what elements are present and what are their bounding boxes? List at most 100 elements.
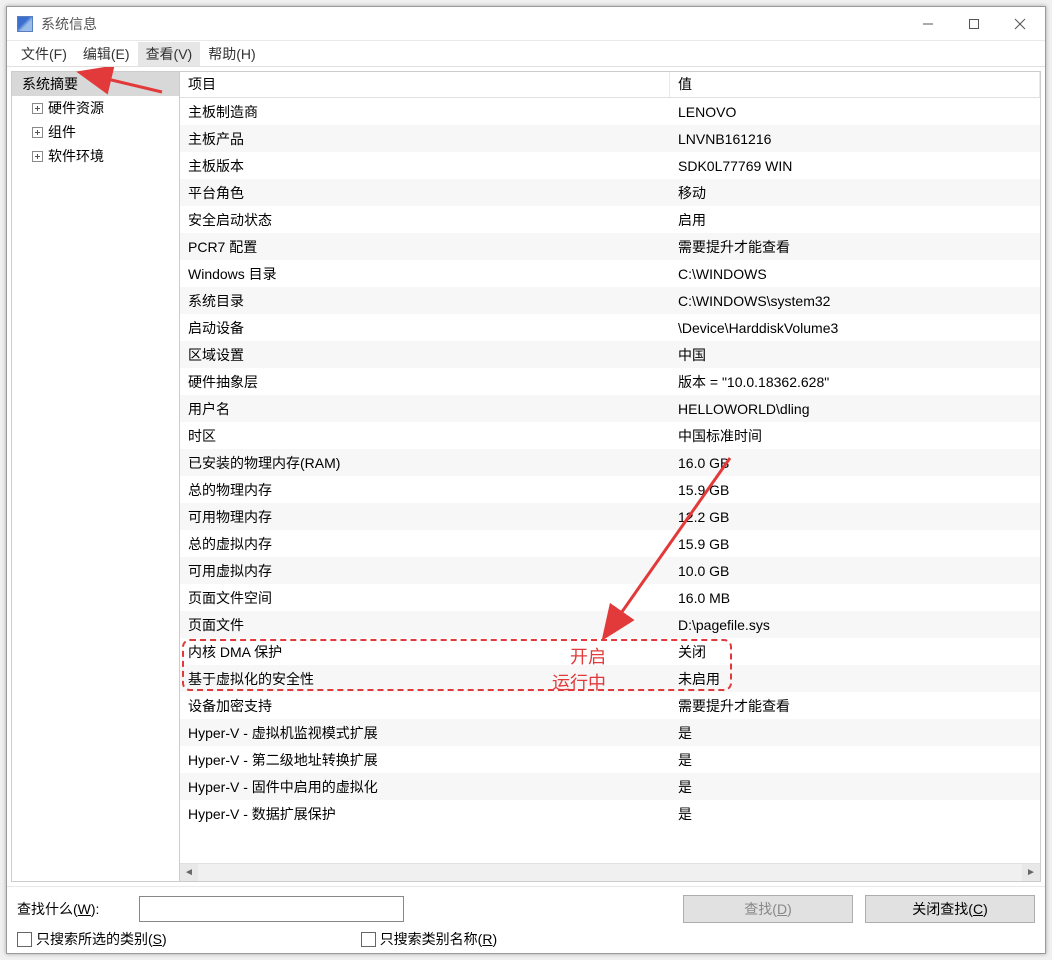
table-row[interactable]: 启动设备\Device\HarddiskVolume3 bbox=[180, 314, 1040, 341]
menu-edit[interactable]: 编辑(E) bbox=[75, 42, 138, 66]
list-header: 项目 值 bbox=[180, 72, 1040, 98]
cell-value: 未启用 bbox=[670, 669, 1040, 689]
cell-value: C:\WINDOWS\system32 bbox=[670, 293, 1040, 309]
tree-system-summary[interactable]: 系统摘要 bbox=[12, 72, 179, 96]
checkbox-label: 只搜索类别名称(R) bbox=[380, 929, 497, 949]
horizontal-scrollbar[interactable]: ◄ ► bbox=[180, 863, 1040, 881]
list-panel: 项目 值 主板制造商LENOVO主板产品LNVNB161216主板版本SDK0L… bbox=[180, 72, 1040, 881]
cell-item: PCR7 配置 bbox=[180, 237, 670, 257]
cell-value: 关闭 bbox=[670, 642, 1040, 662]
expand-icon[interactable] bbox=[32, 103, 43, 114]
table-row[interactable]: Hyper-V - 虚拟机监视模式扩展是 bbox=[180, 719, 1040, 746]
table-row[interactable]: 设备加密支持需要提升才能查看 bbox=[180, 692, 1040, 719]
system-info-window: 系统信息 文件(F) 编辑(E) 查看(V) 帮助(H) 系统摘要 硬件资源 bbox=[6, 6, 1046, 954]
close-find-button[interactable]: 关闭查找(C) bbox=[865, 895, 1035, 923]
menu-view[interactable]: 查看(V) bbox=[138, 42, 201, 66]
table-row[interactable]: Hyper-V - 第二级地址转换扩展是 bbox=[180, 746, 1040, 773]
tree-label: 组件 bbox=[48, 122, 76, 142]
cell-value: 12.2 GB bbox=[670, 509, 1040, 525]
tree-label: 硬件资源 bbox=[48, 98, 104, 118]
close-button[interactable] bbox=[997, 9, 1043, 39]
table-row[interactable]: 内核 DMA 保护关闭 bbox=[180, 638, 1040, 665]
maximize-button[interactable] bbox=[951, 9, 997, 39]
cell-item: 安全启动状态 bbox=[180, 210, 670, 230]
table-row[interactable]: 时区中国标准时间 bbox=[180, 422, 1040, 449]
table-row[interactable]: 总的物理内存15.9 GB bbox=[180, 476, 1040, 503]
scroll-right-icon[interactable]: ► bbox=[1022, 864, 1040, 881]
table-row[interactable]: 系统目录C:\WINDOWS\system32 bbox=[180, 287, 1040, 314]
titlebar[interactable]: 系统信息 bbox=[7, 7, 1045, 41]
table-row[interactable]: 用户名HELLOWORLD\dling bbox=[180, 395, 1040, 422]
table-row[interactable]: 总的虚拟内存15.9 GB bbox=[180, 530, 1040, 557]
table-row[interactable]: 页面文件D:\pagefile.sys bbox=[180, 611, 1040, 638]
menu-help[interactable]: 帮助(H) bbox=[200, 42, 263, 66]
cell-item: Hyper-V - 第二级地址转换扩展 bbox=[180, 750, 670, 770]
table-row[interactable]: Windows 目录C:\WINDOWS bbox=[180, 260, 1040, 287]
cell-item: 主板制造商 bbox=[180, 102, 670, 122]
tree-software[interactable]: 软件环境 bbox=[12, 144, 179, 168]
table-row[interactable]: 主板版本SDK0L77769 WIN bbox=[180, 152, 1040, 179]
table-row[interactable]: 主板制造商LENOVO bbox=[180, 98, 1040, 125]
cell-item: 主板产品 bbox=[180, 129, 670, 149]
scroll-track[interactable] bbox=[198, 864, 1022, 881]
cell-item: Hyper-V - 数据扩展保护 bbox=[180, 804, 670, 824]
cell-value: 15.9 GB bbox=[670, 536, 1040, 552]
cell-value: 16.0 MB bbox=[670, 590, 1040, 606]
cell-value: 10.0 GB bbox=[670, 563, 1040, 579]
table-row[interactable]: PCR7 配置需要提升才能查看 bbox=[180, 233, 1040, 260]
table-row[interactable]: 区域设置中国 bbox=[180, 341, 1040, 368]
cell-value: 是 bbox=[670, 777, 1040, 797]
tree-components[interactable]: 组件 bbox=[12, 120, 179, 144]
cell-value: LENOVO bbox=[670, 104, 1040, 120]
cell-item: Hyper-V - 固件中启用的虚拟化 bbox=[180, 777, 670, 797]
cell-value: 启用 bbox=[670, 210, 1040, 230]
table-row[interactable]: Hyper-V - 数据扩展保护是 bbox=[180, 800, 1040, 827]
cell-value: 需要提升才能查看 bbox=[670, 696, 1040, 716]
column-item[interactable]: 项目 bbox=[180, 72, 670, 97]
search-selected-category-checkbox[interactable]: 只搜索所选的类别(S) bbox=[17, 929, 167, 949]
table-row[interactable]: 可用物理内存12.2 GB bbox=[180, 503, 1040, 530]
minimize-button[interactable] bbox=[905, 9, 951, 39]
tree-label: 软件环境 bbox=[48, 146, 104, 166]
search-bar: 查找什么(W): 查找(D) 关闭查找(C) 只搜索所选的类别(S) bbox=[7, 886, 1045, 953]
expand-icon[interactable] bbox=[32, 151, 43, 162]
checkbox-icon[interactable] bbox=[361, 932, 376, 947]
tree-hardware[interactable]: 硬件资源 bbox=[12, 96, 179, 120]
menubar: 文件(F) 编辑(E) 查看(V) 帮助(H) bbox=[7, 41, 1045, 67]
search-label: 查找什么(W): bbox=[17, 899, 127, 919]
search-input[interactable] bbox=[139, 896, 404, 922]
table-row[interactable]: 安全启动状态启用 bbox=[180, 206, 1040, 233]
table-row[interactable]: 页面文件空间16.0 MB bbox=[180, 584, 1040, 611]
cell-item: 用户名 bbox=[180, 399, 670, 419]
cell-value: HELLOWORLD\dling bbox=[670, 401, 1040, 417]
scroll-left-icon[interactable]: ◄ bbox=[180, 864, 198, 881]
cell-value: 版本 = "10.0.18362.628" bbox=[670, 372, 1040, 392]
column-value[interactable]: 值 bbox=[670, 72, 1040, 97]
table-row[interactable]: 已安装的物理内存(RAM)16.0 GB bbox=[180, 449, 1040, 476]
cell-item: 区域设置 bbox=[180, 345, 670, 365]
checkbox-icon[interactable] bbox=[17, 932, 32, 947]
expand-icon[interactable] bbox=[32, 127, 43, 138]
cell-item: 时区 bbox=[180, 426, 670, 446]
table-row[interactable]: Hyper-V - 固件中启用的虚拟化是 bbox=[180, 773, 1040, 800]
cell-value: 是 bbox=[670, 804, 1040, 824]
cell-item: Windows 目录 bbox=[180, 264, 670, 284]
table-row[interactable]: 平台角色移动 bbox=[180, 179, 1040, 206]
table-row[interactable]: 主板产品LNVNB161216 bbox=[180, 125, 1040, 152]
cell-item: 硬件抽象层 bbox=[180, 372, 670, 392]
table-row[interactable]: 硬件抽象层版本 = "10.0.18362.628" bbox=[180, 368, 1040, 395]
cell-item: Hyper-V - 虚拟机监视模式扩展 bbox=[180, 723, 670, 743]
list-body[interactable]: 主板制造商LENOVO主板产品LNVNB161216主板版本SDK0L77769… bbox=[180, 98, 1040, 863]
content-area: 系统摘要 硬件资源 组件 软件环境 项目 值 主板制造商LENOVO主板产品LN… bbox=[11, 71, 1041, 882]
table-row[interactable]: 可用虚拟内存10.0 GB bbox=[180, 557, 1040, 584]
cell-value: 需要提升才能查看 bbox=[670, 237, 1040, 257]
menu-file[interactable]: 文件(F) bbox=[13, 42, 75, 66]
cell-value: 是 bbox=[670, 723, 1040, 743]
tree-panel[interactable]: 系统摘要 硬件资源 组件 软件环境 bbox=[12, 72, 180, 881]
cell-value: 移动 bbox=[670, 183, 1040, 203]
table-row[interactable]: 基于虚拟化的安全性未启用 bbox=[180, 665, 1040, 692]
find-button[interactable]: 查找(D) bbox=[683, 895, 853, 923]
search-category-name-checkbox[interactable]: 只搜索类别名称(R) bbox=[361, 929, 497, 949]
checkbox-label: 只搜索所选的类别(S) bbox=[36, 929, 167, 949]
tree-label: 系统摘要 bbox=[22, 74, 78, 94]
